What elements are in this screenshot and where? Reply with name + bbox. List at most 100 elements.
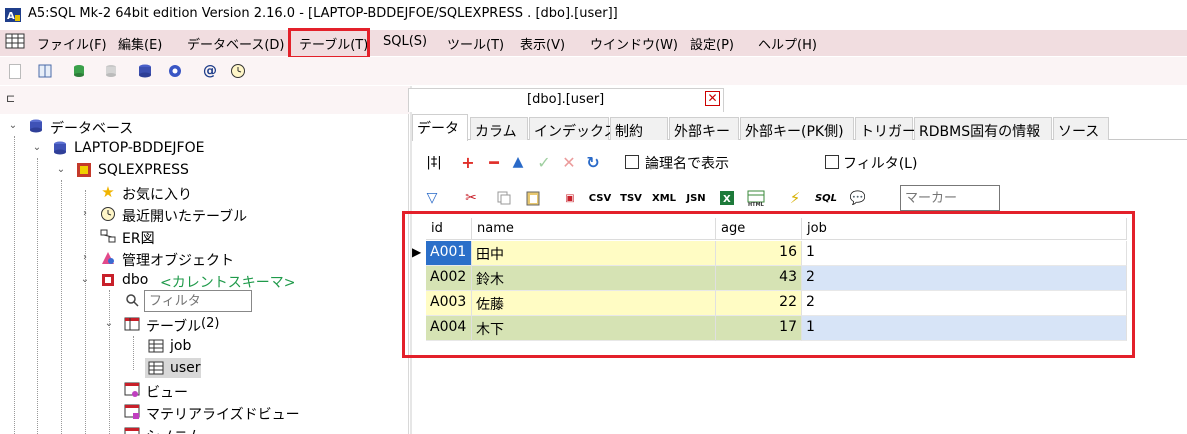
search-icon xyxy=(124,292,140,308)
tables-count: (2) xyxy=(201,316,220,331)
tree-node-tables[interactable]: テーブル xyxy=(146,316,201,336)
settings-gear-icon[interactable] xyxy=(166,62,184,80)
show-logical-checkbox[interactable] xyxy=(625,155,639,169)
open-book-icon[interactable] xyxy=(36,62,54,80)
document-tab-label: [dbo].[user] xyxy=(527,92,605,107)
tab-foreign-keys[interactable]: 外部キー xyxy=(669,117,739,140)
insert-rows-icon[interactable]: ▣ xyxy=(560,188,580,208)
tree-node-server[interactable]: LAPTOP-BDDEJFOE xyxy=(74,140,204,156)
menu-database[interactable]: データベース(D) xyxy=(187,34,285,53)
export-tsv-icon[interactable]: TSV xyxy=(620,188,642,208)
tab-constraints[interactable]: 制約 xyxy=(610,117,668,140)
tree-node-table-job[interactable]: job xyxy=(170,338,191,354)
tree-node-views[interactable]: ビュー xyxy=(146,382,188,402)
tree-node-table-user[interactable]: user xyxy=(170,360,201,376)
collapse-toggle-icon[interactable]: › xyxy=(80,208,90,219)
connect-db-icon[interactable] xyxy=(70,62,88,80)
copy-icon[interactable] xyxy=(494,188,514,208)
server-icon xyxy=(52,140,68,156)
expand-toggle-icon[interactable]: ⌄ xyxy=(56,164,66,175)
at-sign-icon[interactable]: @ xyxy=(201,62,219,80)
tab-triggers[interactable]: トリガー xyxy=(855,117,916,140)
tree-guide-line xyxy=(133,336,134,370)
show-logical-label: 論理名で表示 xyxy=(645,156,729,172)
title-bar: A A5:SQL Mk-2 64bit edition Version 2.16… xyxy=(0,0,1187,30)
table-icon xyxy=(148,360,164,376)
minus-icon[interactable]: ━ xyxy=(484,152,504,172)
table-icon xyxy=(148,338,164,354)
tree-node-databases[interactable]: データベース xyxy=(50,118,133,138)
menu-tools[interactable]: ツール(T) xyxy=(447,34,504,53)
current-schema-tag: <カレントスキーマ> xyxy=(160,275,296,291)
filter-label: フィルタ(L) xyxy=(843,156,918,172)
tab-columns[interactable]: カラム xyxy=(470,117,528,140)
tree-node-favorites[interactable]: お気に入り xyxy=(122,184,192,204)
tree-node-schema[interactable]: dbo xyxy=(122,272,148,288)
check-icon[interactable]: ✓ xyxy=(534,152,554,172)
menu-file[interactable]: ファイル(F) xyxy=(37,34,107,53)
tree-guide-line xyxy=(61,180,62,434)
tab-indexes[interactable]: インデックス xyxy=(529,117,618,140)
disconnect-db-icon[interactable] xyxy=(102,62,120,80)
marker-input[interactable] xyxy=(900,185,1000,211)
tree-node-synonyms[interactable]: シノニム xyxy=(146,426,202,434)
window-title: A5:SQL Mk-2 64bit edition Version 2.16.0… xyxy=(28,6,618,21)
tree-node-admin[interactable]: 管理オブジェクト xyxy=(122,250,234,270)
export-json-icon[interactable]: JSN xyxy=(686,188,706,208)
tree-filter-input[interactable] xyxy=(144,290,252,312)
expand-toggle-icon[interactable]: ⌄ xyxy=(32,142,42,153)
expand-toggle-icon[interactable]: ⌄ xyxy=(8,120,18,131)
excel-icon[interactable]: X xyxy=(717,188,737,208)
svg-text:HTML: HTML xyxy=(748,202,765,206)
menu-view[interactable]: 表示(V) xyxy=(520,34,565,53)
lightning-icon[interactable]: ⚡ xyxy=(785,188,805,208)
grid-menu-icon[interactable] xyxy=(5,33,25,49)
cut-icon[interactable]: ✂ xyxy=(461,188,481,208)
triangle-up-icon[interactable]: ▲ xyxy=(508,152,528,172)
filter-funnel-icon[interactable]: ▽ xyxy=(422,188,442,208)
html-export-icon[interactable]: HTML xyxy=(746,188,766,208)
table-folder-icon xyxy=(124,316,140,332)
tree-view-icon[interactable]: ⊏ xyxy=(6,92,15,105)
comment-icon[interactable]: 💬 xyxy=(848,188,868,208)
tree-node-instance[interactable]: SQLEXPRESS xyxy=(98,162,189,178)
filter-checkbox[interactable] xyxy=(825,155,839,169)
expand-toggle-icon[interactable]: ⌄ xyxy=(104,318,114,329)
tree-node-recent[interactable]: 最近開いたテーブル xyxy=(122,206,247,226)
export-csv-icon[interactable]: CSV xyxy=(589,188,611,208)
grid-highlight xyxy=(402,211,1135,358)
sql-icon[interactable]: SQL xyxy=(815,188,837,208)
menu-help[interactable]: ヘルプ(H) xyxy=(758,34,817,53)
x-icon[interactable]: ✕ xyxy=(559,152,579,172)
menu-settings[interactable]: 設定(P) xyxy=(690,34,734,53)
tree-node-er[interactable]: ER図 xyxy=(122,228,155,248)
tree-guide-line xyxy=(109,290,110,434)
collapse-toggle-icon[interactable]: › xyxy=(80,252,90,263)
menu-edit[interactable]: 編集(E) xyxy=(118,34,162,53)
refresh-icon[interactable]: ↻ xyxy=(583,152,603,172)
star-icon: ★ xyxy=(101,183,115,201)
new-file-icon[interactable] xyxy=(6,62,24,80)
svg-text:A: A xyxy=(7,11,15,22)
menu-window[interactable]: ウインドウ(W) xyxy=(590,34,678,53)
column-settings-icon[interactable]: |‡| xyxy=(424,152,444,172)
tree-node-mviews[interactable]: マテリアライズドビュー xyxy=(146,404,300,424)
export-xml-icon[interactable]: XML xyxy=(652,188,676,208)
tab-source[interactable]: ソース xyxy=(1053,117,1109,140)
view-folder-icon xyxy=(124,382,140,398)
database-icon[interactable] xyxy=(136,62,154,80)
expand-toggle-icon[interactable]: ⌄ xyxy=(80,274,90,285)
sqlserver-icon xyxy=(76,162,92,178)
tab-foreign-keys-pk[interactable]: 外部キー(PK側) xyxy=(740,117,854,140)
tab-data[interactable]: データ xyxy=(412,114,468,141)
menu-sql[interactable]: SQL(S) xyxy=(383,34,427,49)
clock-icon[interactable] xyxy=(229,62,247,80)
plus-icon[interactable]: + xyxy=(458,152,478,172)
paste-icon[interactable] xyxy=(523,188,543,208)
mview-folder-icon xyxy=(124,404,140,420)
menu-bar: ファイル(F) 編集(E) データベース(D) テーブル(T) SQL(S) ツ… xyxy=(0,30,1187,56)
tab-rdbms-info[interactable]: RDBMS固有の情報 xyxy=(914,117,1052,140)
main-toolbar: @ xyxy=(0,57,1187,85)
tree-guide-line xyxy=(37,158,38,434)
close-icon[interactable]: ✕ xyxy=(705,91,720,106)
